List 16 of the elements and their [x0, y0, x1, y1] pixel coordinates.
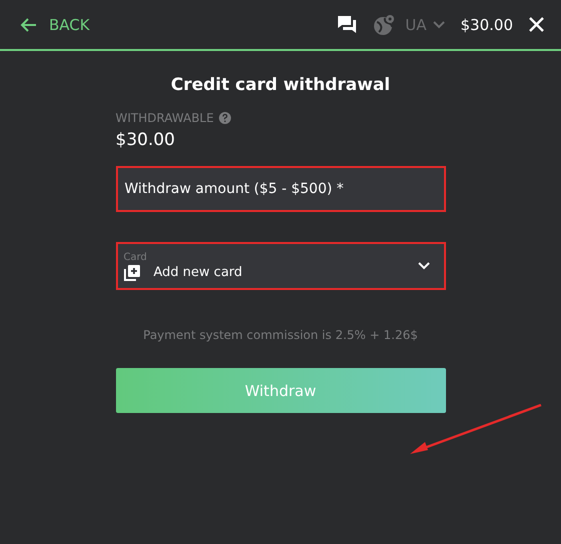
help-icon[interactable]: [218, 112, 231, 124]
balance-amount: $30.00: [460, 16, 513, 34]
amount-input-field[interactable]: Withdraw amount ($5 - $500) *: [116, 166, 446, 212]
withdrawable-amount: $30.00: [116, 130, 176, 150]
chevron-down-icon: [432, 20, 444, 28]
chat-icon[interactable]: [337, 15, 358, 34]
add-card-icon: [124, 264, 140, 280]
withdrawable-label: WITHDRAWABLE: [116, 111, 214, 125]
back-link[interactable]: BACK: [19, 16, 90, 34]
chevron-down-icon: [418, 262, 430, 270]
card-select[interactable]: Card Add new card: [116, 242, 446, 290]
commission-note: Payment system commission is 2.5% + 1.26$: [142, 328, 419, 342]
form-title: Credit card withdrawal: [170, 75, 392, 95]
close-icon[interactable]: [529, 17, 544, 32]
globe-icon[interactable]: [373, 14, 396, 36]
back-arrow-icon: [19, 16, 37, 32]
